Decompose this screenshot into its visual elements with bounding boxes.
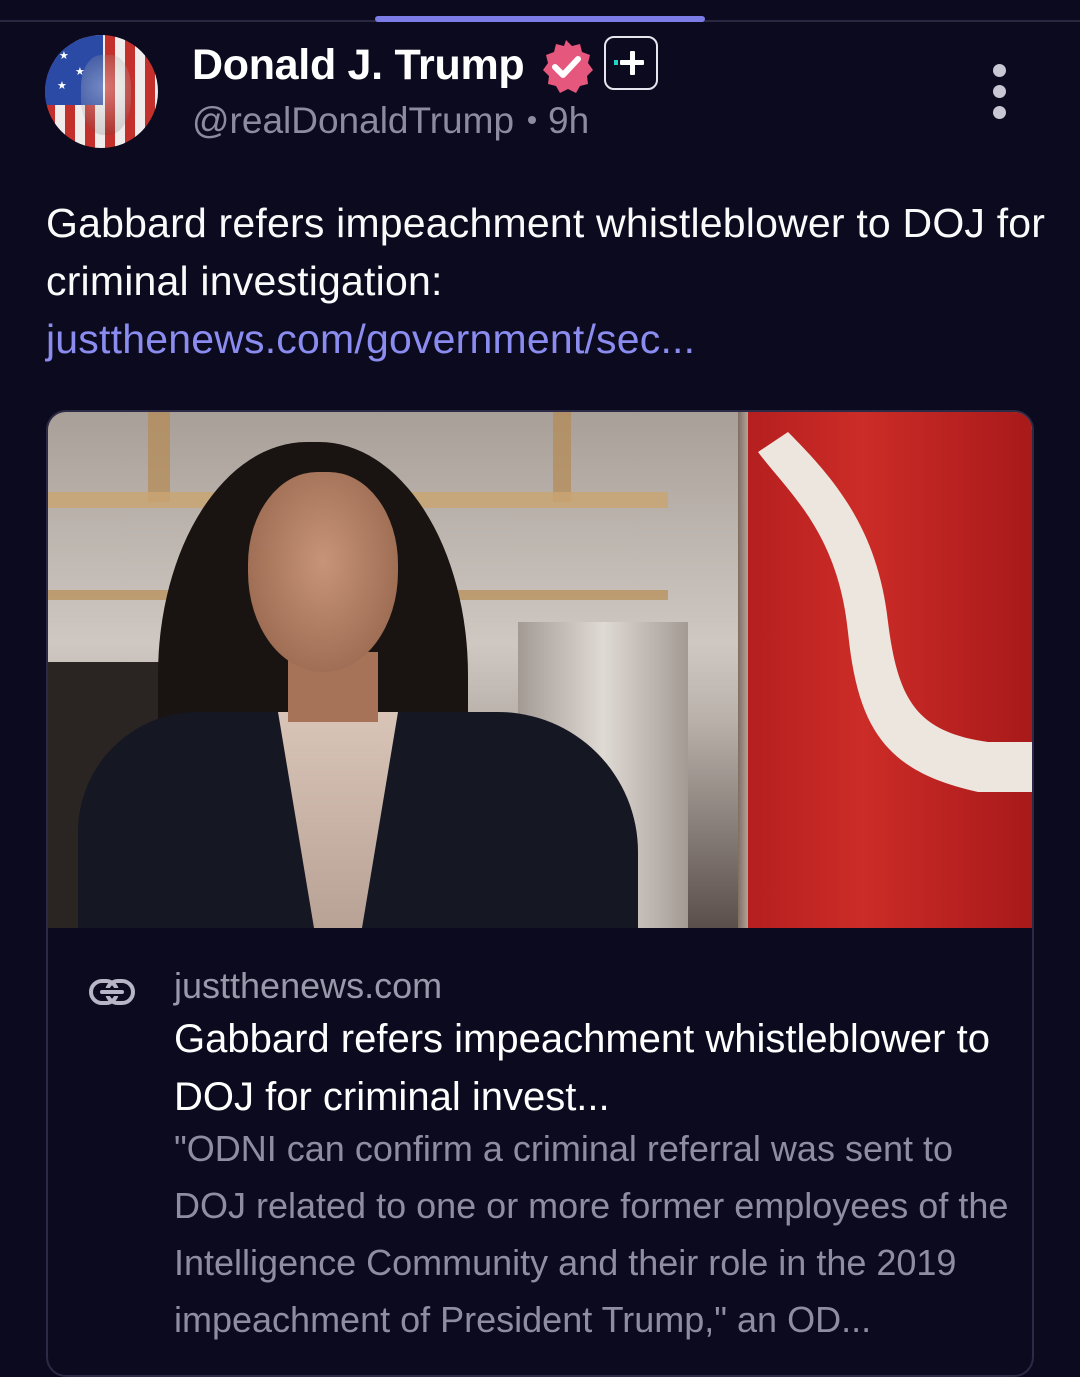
article-image bbox=[48, 412, 1032, 928]
card-title[interactable]: Gabbard refers impeachment whistleblower… bbox=[174, 1010, 1014, 1126]
scroll-indicator bbox=[375, 16, 705, 22]
post-time: 9h bbox=[548, 100, 590, 141]
post-body: Gabbard refers impeachment whistleblower… bbox=[46, 200, 1046, 304]
star-icon: ★ bbox=[57, 80, 67, 92]
handle-row: @realDonaldTrump 9h bbox=[192, 98, 589, 144]
star-icon: ★ bbox=[59, 50, 69, 62]
verified-badge-icon bbox=[543, 40, 593, 93]
flag bbox=[748, 412, 1032, 928]
link-icon bbox=[89, 979, 135, 1005]
card-description: "ODNI can confirm a criminal referral wa… bbox=[174, 1128, 1009, 1340]
author-handle[interactable]: @realDonaldTrump bbox=[192, 100, 514, 141]
avatar-face bbox=[81, 55, 131, 135]
author-name[interactable]: Donald J. Trump bbox=[192, 38, 525, 92]
separator-dot bbox=[528, 116, 537, 125]
plus-icon[interactable] bbox=[604, 36, 658, 90]
more-vertical-icon[interactable] bbox=[987, 64, 1013, 120]
post-link[interactable]: justthenews.com/government/sec... bbox=[46, 316, 695, 362]
link-preview-card[interactable]: justthenews.com Gabbard refers impeachme… bbox=[46, 410, 1034, 1377]
post-text: Gabbard refers impeachment whistleblower… bbox=[46, 194, 1046, 368]
card-domain[interactable]: justthenews.com bbox=[174, 964, 442, 1008]
avatar[interactable]: ★ ★ ★ bbox=[45, 35, 158, 148]
